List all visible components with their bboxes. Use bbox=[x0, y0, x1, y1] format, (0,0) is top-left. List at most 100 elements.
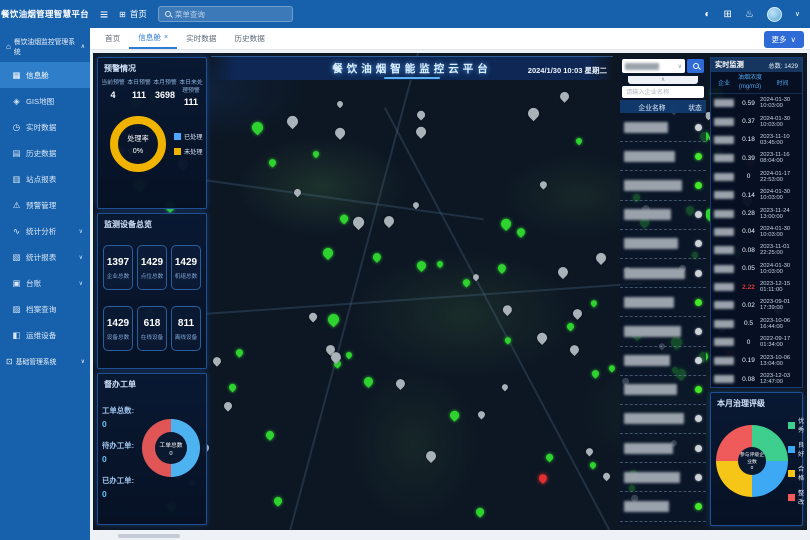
realtime-row[interactable]: 0.282023-11-24 13:00:00 bbox=[711, 204, 802, 222]
map-pin-offline[interactable] bbox=[211, 355, 223, 367]
map-pin-offline[interactable] bbox=[415, 109, 426, 120]
avatar[interactable] bbox=[767, 7, 782, 22]
map-pin-online[interactable] bbox=[436, 260, 445, 269]
map-pin-online[interactable] bbox=[515, 227, 527, 239]
tab-信息舱[interactable]: 信息舱× bbox=[129, 28, 177, 49]
apps-icon[interactable]: ⊞ bbox=[724, 9, 732, 20]
realtime-row[interactable]: 02024-01-17 22:53:00 bbox=[711, 168, 802, 186]
map-pin-offline[interactable] bbox=[284, 114, 299, 129]
map-pin-online[interactable] bbox=[575, 136, 584, 145]
map-pin-offline[interactable] bbox=[222, 400, 233, 411]
tab-实时数据[interactable]: 实时数据 bbox=[177, 28, 225, 49]
realtime-row[interactable]: 0.052024-01-30 10:03:00 bbox=[711, 260, 802, 278]
map-pin-offline[interactable] bbox=[336, 99, 345, 108]
company-row[interactable] bbox=[620, 492, 706, 521]
map-pin-offline[interactable] bbox=[538, 179, 549, 190]
company-row[interactable] bbox=[620, 230, 706, 259]
map-pin-online[interactable] bbox=[227, 383, 237, 393]
sidebar-group-1[interactable]: ⌂餐饮油烟监控管理系统∧ bbox=[0, 28, 90, 62]
realtime-row[interactable]: 0.022023-09-01 17:39:00 bbox=[711, 296, 802, 314]
map-pin-offline[interactable] bbox=[525, 105, 540, 120]
close-icon[interactable]: × bbox=[164, 34, 168, 41]
company-name-input[interactable] bbox=[622, 86, 704, 98]
map-pin-offline[interactable] bbox=[501, 383, 510, 392]
company-row[interactable] bbox=[620, 376, 706, 405]
company-row[interactable] bbox=[620, 288, 706, 317]
map-pin-offline[interactable] bbox=[394, 377, 407, 390]
sidebar-item-台账[interactable]: ▣台账∨ bbox=[0, 270, 90, 296]
menu-toggle-icon[interactable]: ≡ bbox=[100, 6, 108, 22]
map-pin-offline[interactable] bbox=[601, 472, 610, 481]
map-canvas[interactable]: 餐饮油烟智能监控云平台 2024/1/30 10:03 星期二 预警情况 当前预… bbox=[93, 53, 807, 530]
notification-icon[interactable]: ♨ bbox=[745, 9, 754, 20]
company-row[interactable] bbox=[620, 113, 706, 142]
realtime-row[interactable]: 2.222023-12-15 01:11:00 bbox=[711, 278, 802, 296]
map-pin-online[interactable] bbox=[474, 507, 485, 518]
map-pin-offline[interactable] bbox=[424, 449, 438, 463]
collapse-toggle[interactable]: ∧ bbox=[628, 76, 698, 84]
map-pin-online[interactable] bbox=[607, 363, 616, 372]
company-row[interactable] bbox=[620, 434, 706, 463]
map-pin-online[interactable] bbox=[544, 452, 553, 461]
sidebar-item-信息舱[interactable]: ▦信息舱 bbox=[0, 62, 90, 88]
breadcrumb[interactable]: ⊞ 首页 bbox=[119, 8, 147, 20]
company-row[interactable] bbox=[620, 259, 706, 288]
company-row[interactable] bbox=[620, 347, 706, 376]
map-pin-offline[interactable] bbox=[293, 187, 303, 197]
company-row[interactable] bbox=[620, 171, 706, 200]
company-row[interactable] bbox=[620, 201, 706, 230]
realtime-row[interactable]: 0.182023-11-10 03:45:00 bbox=[711, 131, 802, 149]
theme-icon[interactable]: ◐ bbox=[704, 9, 710, 20]
map-pin-online[interactable] bbox=[591, 368, 601, 378]
map-pin-online[interactable] bbox=[321, 246, 335, 260]
sidebar-item-站点报表[interactable]: ▥站点报表 bbox=[0, 166, 90, 192]
company-row[interactable] bbox=[620, 317, 706, 346]
menu-search-input[interactable] bbox=[175, 10, 286, 19]
realtime-row[interactable]: 0.142024-01-30 10:03:00 bbox=[711, 186, 802, 204]
company-row[interactable] bbox=[620, 142, 706, 171]
realtime-row[interactable]: 0.192023-10-06 13:04:00 bbox=[711, 351, 802, 369]
sidebar-item-实时数据[interactable]: ◷实时数据 bbox=[0, 114, 90, 140]
map-pin-online[interactable] bbox=[565, 321, 575, 331]
map-pin-online[interactable] bbox=[497, 262, 509, 274]
sidebar-item-预警管理[interactable]: ⚠预警管理 bbox=[0, 192, 90, 218]
tab-历史数据[interactable]: 历史数据 bbox=[225, 28, 273, 49]
map-pin-online[interactable] bbox=[589, 460, 598, 469]
map-pin-offline[interactable] bbox=[382, 214, 396, 228]
map-pin-online[interactable] bbox=[312, 150, 321, 159]
map-pin-offline[interactable] bbox=[414, 125, 428, 139]
map-pin-offline[interactable] bbox=[333, 126, 347, 140]
map-pin-online[interactable] bbox=[371, 252, 383, 264]
map-pin-offline[interactable] bbox=[585, 447, 595, 457]
map-pin-offline[interactable] bbox=[501, 303, 514, 316]
realtime-row[interactable]: 0.042024-01-30 10:03:00 bbox=[711, 223, 802, 241]
realtime-row[interactable]: 02022-09-17 01:34:00 bbox=[711, 333, 802, 351]
map-pin-offline[interactable] bbox=[535, 331, 549, 345]
realtime-row[interactable]: 0.392023-11-16 08:04:00 bbox=[711, 149, 802, 167]
sidebar-item-统计分析[interactable]: ∿统计分析∨ bbox=[0, 218, 90, 244]
sidebar-item-统计报表[interactable]: ▧统计报表∨ bbox=[0, 244, 90, 270]
realtime-row[interactable]: 0.082023-12-03 12:47:00 bbox=[711, 370, 802, 387]
map-pin-offline[interactable] bbox=[307, 312, 318, 323]
sidebar-group-2[interactable]: ⊡基础管理系统∨ bbox=[0, 348, 90, 372]
map-pin-online[interactable] bbox=[461, 278, 471, 288]
map-pin-offline[interactable] bbox=[568, 343, 581, 356]
map-pin-offline[interactable] bbox=[558, 90, 570, 102]
realtime-row[interactable]: 0.52023-10-06 16:44:00 bbox=[711, 315, 802, 333]
map-pin-online[interactable] bbox=[589, 298, 598, 307]
area-select[interactable]: ∨ bbox=[622, 59, 685, 73]
chevron-down-icon[interactable]: ∨ bbox=[795, 10, 800, 18]
sidebar-item-GIS地图[interactable]: ◈GIS地图 bbox=[0, 88, 90, 114]
map-pin-online[interactable] bbox=[499, 217, 513, 231]
sidebar-item-历史数据[interactable]: ▤历史数据 bbox=[0, 140, 90, 166]
map-pin-online[interactable] bbox=[326, 311, 341, 326]
map-pin-online[interactable] bbox=[234, 347, 244, 357]
sidebar-item-运维设备[interactable]: ◧运维设备 bbox=[0, 322, 90, 348]
map-pin-offline[interactable] bbox=[351, 215, 366, 230]
map-pin-online[interactable] bbox=[272, 495, 283, 506]
map-pin-online[interactable] bbox=[250, 119, 265, 134]
company-row[interactable] bbox=[620, 463, 706, 492]
map-pin-alarm[interactable] bbox=[538, 472, 550, 484]
map-pin-online[interactable] bbox=[345, 351, 354, 360]
sidebar-item-档案查询[interactable]: ▨档案查询 bbox=[0, 296, 90, 322]
